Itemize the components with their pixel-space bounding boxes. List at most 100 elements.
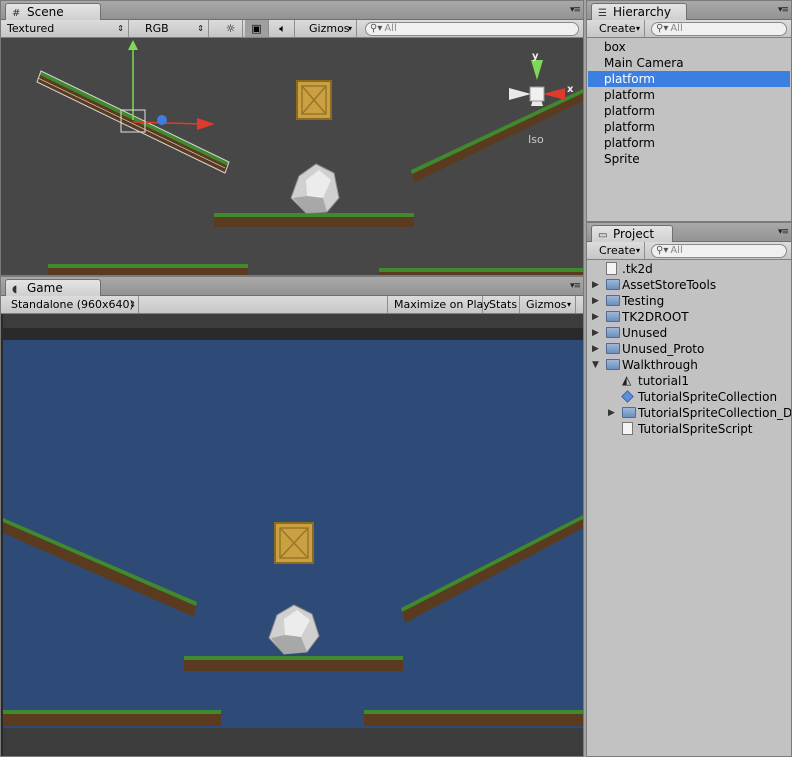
- stats-toggle[interactable]: Stats: [483, 296, 520, 313]
- tab-scene[interactable]: # Scene: [5, 3, 101, 20]
- maximize-on-play-toggle[interactable]: Maximize on Play: [387, 296, 490, 313]
- hierarchy-item-label: platform: [604, 120, 655, 134]
- triangle-right-icon[interactable]: ▶: [592, 293, 599, 309]
- project-item[interactable]: ▶ Unused_Proto: [588, 341, 790, 357]
- gizmos-label: Gizmos: [309, 22, 350, 35]
- sun-icon: ☼: [225, 22, 236, 35]
- project-item[interactable]: ▼ Walkthrough: [588, 357, 790, 373]
- create-label: Create: [599, 22, 636, 35]
- triangle-right-icon[interactable]: ▶: [592, 325, 599, 341]
- audio-toggle[interactable]: 🔈︎: [271, 20, 295, 37]
- panel-menu-icon[interactable]: ▾≡: [570, 281, 581, 291]
- scene-viewport[interactable]: y x Iso: [1, 38, 583, 275]
- chevron-down-icon: ▾: [635, 24, 640, 33]
- game-gizmos-dropdown[interactable]: Gizmos ▾: [520, 296, 576, 313]
- platform[interactable]: [214, 213, 414, 227]
- panel-menu-icon[interactable]: ▾≡: [778, 227, 789, 237]
- hierarchy-item[interactable]: Main Camera: [588, 55, 790, 71]
- hierarchy-toolbar: Create ▾ ⚲▾ All: [587, 20, 791, 38]
- project-item[interactable]: TutorialSpriteCollection: [588, 389, 790, 405]
- scene-panel: # Scene ▾≡ Textured ⇕ RGB ⇕ ☼ ▣ 🔈︎ Gizmos ▾ …: [0, 0, 584, 276]
- project-create-button[interactable]: Create ▾: [593, 242, 645, 259]
- project-item[interactable]: ▶ TutorialSpriteCollection_Da: [588, 405, 791, 421]
- platform[interactable]: [411, 88, 583, 182]
- hierarchy-list: box Main Camera platform platform platform pl…: [587, 39, 791, 221]
- platform[interactable]: [379, 268, 583, 275]
- crate-sprite[interactable]: [296, 80, 332, 120]
- create-label: Create: [599, 244, 636, 257]
- tab-hierarchy[interactable]: ☰ Hierarchy: [591, 3, 687, 20]
- panel-menu-icon[interactable]: ▾≡: [570, 5, 581, 15]
- project-item[interactable]: TutorialSpriteScript: [588, 421, 790, 437]
- chevron-down-icon: ▾: [566, 300, 571, 309]
- hierarchy-panel: ☰ Hierarchy ▾≡ Create ▾ ⚲▾ All box Main Came…: [586, 0, 792, 222]
- hierarchy-item[interactable]: platform: [588, 135, 790, 151]
- platform[interactable]: [48, 264, 248, 275]
- resolution-value: Standalone (960x640): [11, 298, 134, 311]
- triangle-right-icon[interactable]: ▶: [592, 277, 599, 293]
- search-placeholder: All: [670, 23, 683, 34]
- projection-label: Iso: [528, 133, 544, 146]
- project-search-input[interactable]: ⚲▾ All: [651, 244, 787, 258]
- platform: [3, 710, 221, 726]
- project-item-label: tutorial1: [638, 374, 689, 388]
- tab-hierarchy-label: Hierarchy: [613, 5, 672, 19]
- prefab-icon: [621, 390, 634, 403]
- panel-menu-icon[interactable]: ▾≡: [778, 5, 789, 15]
- triangle-right-icon[interactable]: ▶: [592, 341, 599, 357]
- project-item[interactable]: .tk2d: [588, 261, 790, 277]
- search-placeholder: All: [670, 245, 683, 256]
- boulder-sprite[interactable]: [290, 163, 340, 214]
- project-item-label: Unused: [622, 326, 668, 340]
- game-tabbar: ◖ Game ▾≡: [1, 277, 583, 296]
- project-item[interactable]: ▶ AssetStoreTools: [588, 277, 790, 293]
- triangle-down-icon[interactable]: ▼: [592, 357, 599, 373]
- triangle-right-icon[interactable]: ▶: [592, 309, 599, 325]
- search-placeholder: All: [384, 23, 397, 34]
- hierarchy-item-label: Sprite: [604, 152, 640, 166]
- hierarchy-item[interactable]: Sprite: [588, 151, 790, 167]
- scene-search-input[interactable]: ⚲▾ All: [365, 22, 579, 36]
- image-icon: ▣: [251, 22, 262, 35]
- triangle-right-icon[interactable]: ▶: [608, 405, 615, 421]
- scene-gizmos-dropdown[interactable]: Gizmos ▾: [303, 20, 357, 37]
- hierarchy-item[interactable]: platform: [588, 87, 790, 103]
- scene-tabbar: # Scene ▾≡: [1, 1, 583, 20]
- scene-canvas: y x Iso: [36, 40, 583, 275]
- project-item[interactable]: ▶ Unused: [588, 325, 790, 341]
- lighting-toggle[interactable]: ☼: [219, 20, 243, 37]
- hierarchy-item[interactable]: platform: [588, 103, 790, 119]
- chevron-down-icon: ▾: [347, 24, 352, 33]
- unity-scene-icon: ◭: [622, 373, 632, 387]
- tab-project-label: Project: [613, 227, 655, 241]
- project-item[interactable]: ▶ TK2DROOT: [588, 309, 790, 325]
- orientation-gizmo[interactable]: [509, 60, 565, 106]
- hierarchy-item-label: platform: [604, 88, 655, 102]
- project-item-label: .tk2d: [622, 262, 653, 276]
- hierarchy-create-button[interactable]: Create ▾: [593, 20, 645, 37]
- tab-game[interactable]: ◖ Game: [5, 279, 101, 296]
- hierarchy-item-label: platform: [604, 72, 655, 86]
- overlay-toggle[interactable]: ▣: [245, 20, 269, 37]
- project-tabbar: ▭ Project ▾≡: [587, 223, 791, 242]
- gizmos-label: Gizmos: [526, 298, 567, 311]
- hierarchy-item-label: box: [604, 40, 626, 54]
- hierarchy-item[interactable]: platform: [588, 71, 790, 87]
- chevron-down-icon: ▾: [635, 246, 640, 255]
- hierarchy-item[interactable]: box: [588, 39, 790, 55]
- project-item-label: TK2DROOT: [622, 310, 689, 324]
- render-mode-dropdown[interactable]: Textured ⇕: [1, 20, 129, 37]
- game-viewport[interactable]: [1, 314, 583, 756]
- color-mode-value: RGB: [145, 22, 169, 35]
- folder-icon: [606, 295, 620, 306]
- hierarchy-item[interactable]: platform: [588, 119, 790, 135]
- folder-icon: [606, 327, 620, 338]
- tab-project[interactable]: ▭ Project: [591, 225, 673, 242]
- project-item-label: Unused_Proto: [622, 342, 705, 356]
- resolution-dropdown[interactable]: Standalone (960x640) ⇕: [7, 296, 139, 313]
- file-icon: [606, 262, 617, 275]
- project-item[interactable]: ▶ Testing: [588, 293, 790, 309]
- hierarchy-search-input[interactable]: ⚲▾ All: [651, 22, 787, 36]
- project-item[interactable]: ◭ tutorial1: [588, 373, 790, 389]
- color-mode-dropdown[interactable]: RGB ⇕: [139, 20, 209, 37]
